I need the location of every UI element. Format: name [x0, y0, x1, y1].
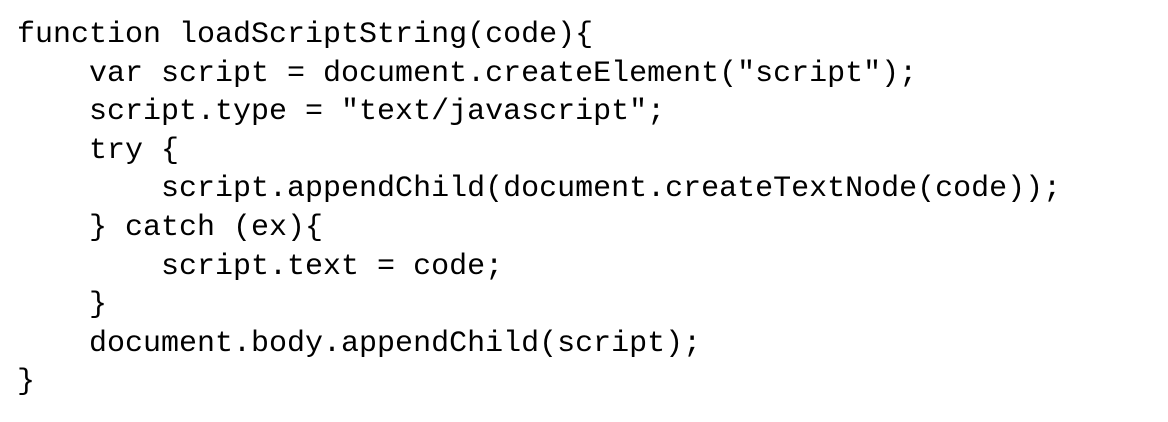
code-line: } catch (ex){ — [17, 210, 324, 245]
code-line: script.text = code; — [17, 249, 504, 284]
code-line: } — [17, 365, 36, 400]
code-line: script.appendChild(document.createTextNo… — [17, 172, 1062, 207]
code-block: function loadScriptString(code){ var scr… — [17, 16, 1061, 402]
code-line: try { — [17, 133, 180, 168]
code-line: script.type = "text/javascript"; — [17, 95, 666, 130]
code-line: var script = document.createElement("scr… — [17, 56, 918, 91]
code-line: } — [17, 288, 108, 323]
code-line: function loadScriptString(code){ — [17, 18, 594, 52]
code-line: document.body.appendChild(script); — [17, 326, 702, 361]
